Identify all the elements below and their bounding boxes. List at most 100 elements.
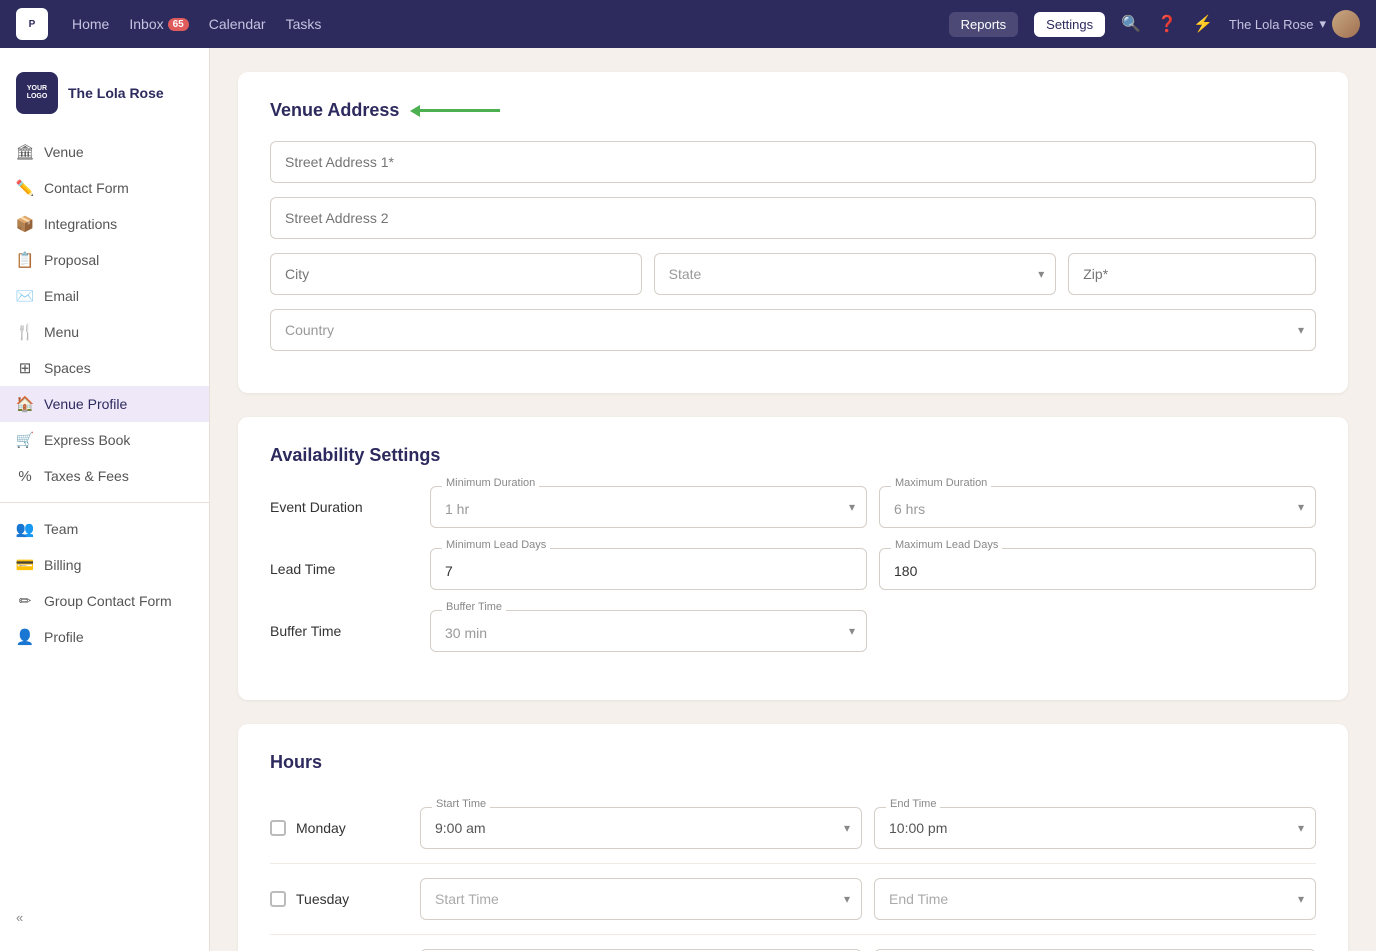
- settings-button[interactable]: Settings: [1034, 12, 1105, 37]
- state-group: State: [654, 253, 1057, 295]
- sidebar-item-menu[interactable]: 🍴 Menu: [0, 314, 209, 350]
- monday-end-wrapper: End Time 10:00 pm: [874, 807, 1316, 849]
- monday-label: Monday: [296, 820, 346, 836]
- express-book-icon: 🛒: [16, 431, 34, 449]
- city-state-zip-row: State: [270, 253, 1316, 295]
- inbox-badge: 65: [168, 18, 189, 31]
- street2-input[interactable]: [270, 197, 1316, 239]
- monday-row: Monday Start Time 9:00 am End Time 10:00…: [270, 793, 1316, 864]
- arrow-indicator: [411, 105, 500, 117]
- state-select[interactable]: State: [654, 253, 1057, 295]
- nav-links: Home Inbox 65 Calendar Tasks: [72, 16, 925, 32]
- monday-time-controls: Start Time 9:00 am End Time 10:00 pm: [420, 807, 1316, 849]
- top-navigation: P Home Inbox 65 Calendar Tasks Reports S…: [0, 0, 1376, 48]
- sidebar-item-spaces[interactable]: ⊞ Spaces: [0, 350, 209, 386]
- nav-inbox[interactable]: Inbox 65: [129, 16, 188, 32]
- max-duration-select[interactable]: 6 hrs: [879, 486, 1316, 528]
- sidebar-item-venue-profile[interactable]: 🏠 Venue Profile: [0, 386, 209, 422]
- min-duration-select[interactable]: 1 hr: [430, 486, 867, 528]
- nav-tasks[interactable]: Tasks: [286, 16, 322, 32]
- street1-group: [270, 141, 1316, 183]
- email-icon: ✉️: [16, 287, 34, 305]
- lead-time-controls: Minimum Lead Days Maximum Lead Days: [430, 548, 1316, 590]
- max-lead-label: Maximum Lead Days: [891, 539, 1002, 551]
- nav-calendar[interactable]: Calendar: [209, 16, 266, 32]
- min-duration-wrapper: Minimum Duration 1 hr: [430, 486, 867, 528]
- menu-icon: 🍴: [16, 323, 34, 341]
- country-select[interactable]: Country: [270, 309, 1316, 351]
- tuesday-end-wrapper: End Time: [874, 878, 1316, 920]
- monday-end-label: End Time: [886, 798, 940, 810]
- sidebar-item-billing[interactable]: 💳 Billing: [0, 547, 209, 583]
- zip-input[interactable]: [1068, 253, 1316, 295]
- availability-title: Availability Settings: [270, 445, 1316, 466]
- sidebar-bottom: «: [0, 900, 209, 935]
- tuesday-end-select[interactable]: End Time: [874, 878, 1316, 920]
- brand-name: The Lola Rose: [68, 85, 164, 101]
- sidebar-item-venue[interactable]: 🏛 Venue: [0, 134, 209, 170]
- monday-checkbox-group: Monday: [270, 820, 400, 836]
- collapse-button[interactable]: «: [0, 900, 209, 935]
- app-logo[interactable]: P: [16, 8, 48, 40]
- main-content: Venue Address: [210, 48, 1376, 951]
- min-lead-input[interactable]: [430, 548, 867, 590]
- sidebar-item-team[interactable]: 👥 Team: [0, 511, 209, 547]
- hours-title: Hours: [270, 752, 1316, 773]
- monday-checkbox[interactable]: [270, 820, 286, 836]
- min-lead-wrapper: Minimum Lead Days: [430, 548, 867, 590]
- nav-right: Reports Settings 🔍 ❓ ⚡ The Lola Rose ▾: [949, 10, 1360, 38]
- brand: YOUR LOGO The Lola Rose: [0, 64, 209, 134]
- sidebar: YOUR LOGO The Lola Rose 🏛 Venue ✏️ Conta…: [0, 48, 210, 951]
- sidebar-item-profile[interactable]: 👤 Profile: [0, 619, 209, 655]
- city-input[interactable]: [270, 253, 642, 295]
- event-duration-controls: Minimum Duration 1 hr Maximum Duration 6…: [430, 486, 1316, 528]
- sidebar-item-express-book[interactable]: 🛒 Express Book: [0, 422, 209, 458]
- monday-start-wrapper: Start Time 9:00 am: [420, 807, 862, 849]
- venue-address-card: Venue Address: [238, 72, 1348, 393]
- lead-time-row: Lead Time Minimum Lead Days Maximum Lead…: [270, 548, 1316, 590]
- wednesday-row: Wednesday Start Time End Time: [270, 935, 1316, 951]
- bolt-icon[interactable]: ⚡: [1193, 14, 1213, 34]
- sidebar-item-contact-form[interactable]: ✏️ Contact Form: [0, 170, 209, 206]
- brand-logo: YOUR LOGO: [16, 72, 58, 114]
- profile-icon: 👤: [16, 628, 34, 646]
- proposal-icon: 📋: [16, 251, 34, 269]
- nav-home[interactable]: Home: [72, 16, 109, 32]
- tuesday-start-select[interactable]: Start Time: [420, 878, 862, 920]
- street2-row: [270, 197, 1316, 239]
- country-group: Country: [270, 309, 1316, 351]
- city-group: [270, 253, 642, 295]
- sidebar-item-email[interactable]: ✉️ Email: [0, 278, 209, 314]
- buffer-select[interactable]: 30 min: [430, 610, 867, 652]
- spaces-icon: ⊞: [16, 359, 34, 377]
- street1-input[interactable]: [270, 141, 1316, 183]
- tuesday-checkbox[interactable]: [270, 891, 286, 907]
- monday-start-select[interactable]: 9:00 am: [420, 807, 862, 849]
- monday-end-select[interactable]: 10:00 pm: [874, 807, 1316, 849]
- max-duration-wrapper: Maximum Duration 6 hrs: [879, 486, 1316, 528]
- reports-button[interactable]: Reports: [949, 12, 1019, 37]
- sidebar-item-taxes-fees[interactable]: % Taxes & Fees: [0, 458, 209, 494]
- tuesday-checkbox-group: Tuesday: [270, 891, 400, 907]
- max-lead-input[interactable]: [879, 548, 1316, 590]
- group-contact-icon: ✏: [16, 592, 34, 610]
- contact-form-icon: ✏️: [16, 179, 34, 197]
- sidebar-item-integrations[interactable]: 📦 Integrations: [0, 206, 209, 242]
- venue-address-title: Venue Address: [270, 100, 1316, 121]
- country-row: Country: [270, 309, 1316, 351]
- tuesday-time-controls: Start Time End Time: [420, 878, 1316, 920]
- buffer-time-row: Buffer Time Buffer Time 30 min: [270, 610, 1316, 652]
- team-icon: 👥: [16, 520, 34, 538]
- sidebar-item-group-contact-form[interactable]: ✏ Group Contact Form: [0, 583, 209, 619]
- buffer-label: Buffer Time: [442, 601, 506, 613]
- search-icon[interactable]: 🔍: [1121, 14, 1141, 34]
- max-duration-label: Maximum Duration: [891, 477, 991, 489]
- arrow-line: [420, 109, 500, 112]
- user-menu[interactable]: The Lola Rose ▾: [1229, 10, 1360, 38]
- sidebar-item-proposal[interactable]: 📋 Proposal: [0, 242, 209, 278]
- buffer-time-label: Buffer Time: [270, 623, 410, 639]
- street2-group: [270, 197, 1316, 239]
- help-icon[interactable]: ❓: [1157, 14, 1177, 34]
- zip-group: [1068, 253, 1316, 295]
- arrow-head: [410, 105, 420, 117]
